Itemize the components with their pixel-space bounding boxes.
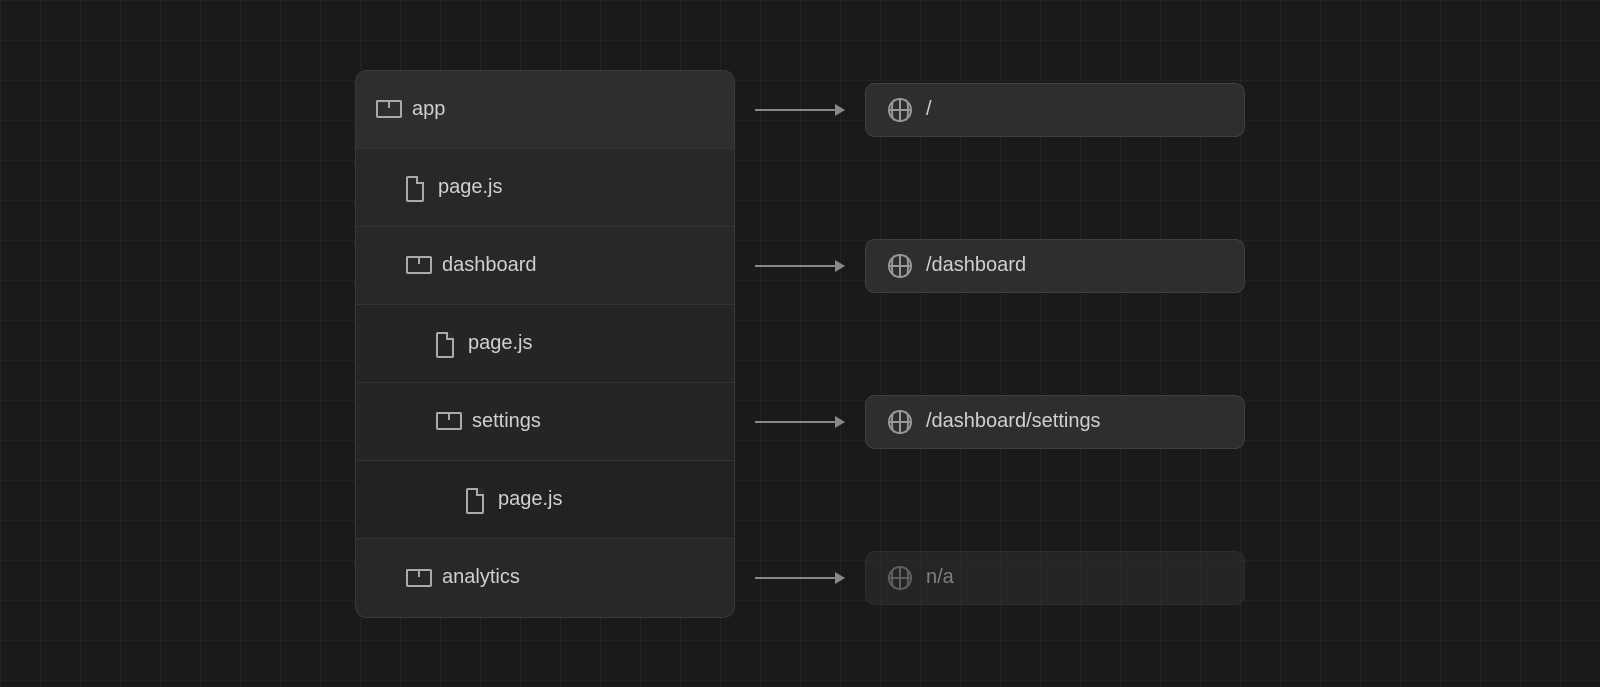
route-badge-dashboard: /dashboard — [865, 239, 1245, 293]
tree-label-app-page: page.js — [438, 176, 503, 199]
arrow-slot-app — [735, 71, 865, 149]
route-path-dashboard: /dashboard — [926, 254, 1026, 277]
route-badge-root: / — [865, 83, 1245, 137]
arrowhead — [835, 260, 845, 272]
folder-icon — [376, 100, 398, 118]
tree-row-settings-page[interactable]: page.js — [356, 461, 734, 539]
arrow-line — [755, 260, 845, 272]
tree-row-app[interactable]: app — [356, 71, 734, 149]
route-badge-analytics: n/a — [865, 551, 1245, 605]
tree-row-app-page[interactable]: page.js — [356, 149, 734, 227]
arrow-line — [755, 572, 845, 584]
tree-row-settings[interactable]: settings — [356, 383, 734, 461]
file-icon — [436, 332, 454, 354]
route-path-root: / — [926, 98, 932, 121]
routes-column: / /dashboard — [865, 71, 1245, 617]
tree-label-settings-page: page.js — [498, 488, 563, 511]
arrow-slot-analytics — [735, 539, 865, 617]
file-icon — [406, 176, 424, 198]
folder-icon — [406, 569, 428, 587]
globe-icon-dashboard — [888, 254, 912, 278]
route-badge-settings: /dashboard/settings — [865, 395, 1245, 449]
file-tree: app page.js dashboard page.js settings p… — [355, 70, 735, 618]
globe-icon-analytics — [888, 566, 912, 590]
tree-row-analytics[interactable]: analytics — [356, 539, 734, 617]
globe-icon-settings — [888, 410, 912, 434]
folder-icon — [406, 256, 428, 274]
arrow-slot-settings — [735, 383, 865, 461]
tree-label-app: app — [412, 98, 445, 121]
arrow-slot-dashboard — [735, 227, 865, 305]
globe-icon-root — [888, 98, 912, 122]
arrow-line — [755, 104, 845, 116]
arrow-line-body — [755, 109, 835, 111]
arrow-slot-empty-1 — [735, 149, 865, 227]
arrowhead — [835, 416, 845, 428]
route-slot-dashboard: /dashboard — [865, 227, 1245, 305]
route-path-analytics: n/a — [926, 566, 954, 589]
arrowhead — [835, 104, 845, 116]
tree-label-settings: settings — [472, 410, 541, 433]
route-slot-empty-2 — [865, 305, 1245, 383]
tree-row-dashboard[interactable]: dashboard — [356, 227, 734, 305]
arrows-column — [735, 71, 865, 617]
arrow-line-body — [755, 265, 835, 267]
arrow-line — [755, 416, 845, 428]
diagram: app page.js dashboard page.js settings p… — [355, 70, 1245, 618]
arrow-slot-empty-3 — [735, 461, 865, 539]
tree-label-analytics: analytics — [442, 566, 520, 589]
arrow-line-body — [755, 421, 835, 423]
route-slot-analytics: n/a — [865, 539, 1245, 617]
tree-label-dashboard-page: page.js — [468, 332, 533, 355]
route-slot-empty-3 — [865, 461, 1245, 539]
file-icon — [466, 488, 484, 510]
route-path-settings: /dashboard/settings — [926, 410, 1101, 433]
tree-row-dashboard-page[interactable]: page.js — [356, 305, 734, 383]
tree-label-dashboard: dashboard — [442, 254, 537, 277]
arrow-slot-empty-2 — [735, 305, 865, 383]
route-slot-empty-1 — [865, 149, 1245, 227]
route-slot-root: / — [865, 71, 1245, 149]
folder-icon — [436, 412, 458, 430]
arrowhead — [835, 572, 845, 584]
arrow-line-body — [755, 577, 835, 579]
route-slot-settings: /dashboard/settings — [865, 383, 1245, 461]
